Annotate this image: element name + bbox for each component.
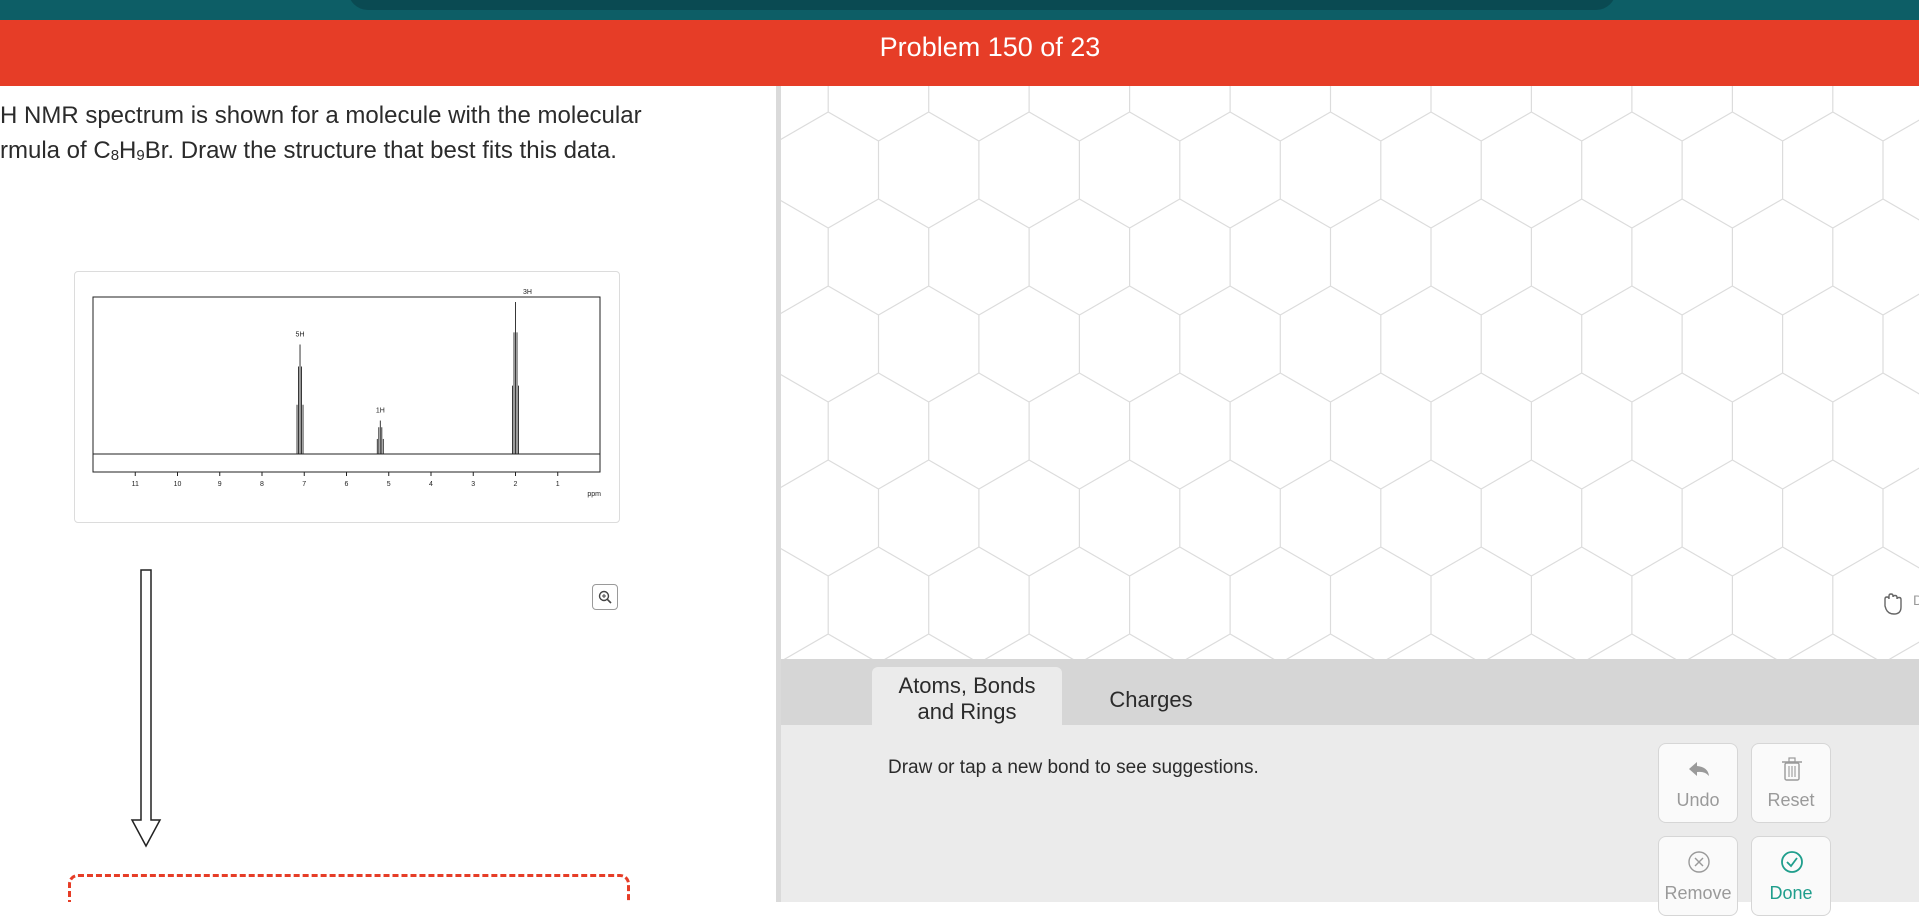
- top-nav-bar: [0, 0, 1919, 20]
- problem-title: Problem 150 of 23: [879, 32, 1101, 62]
- formula-subscript-h: 9: [136, 147, 145, 164]
- x-tick-label: 6: [345, 481, 349, 488]
- tab-charges[interactable]: Charges: [1086, 667, 1216, 725]
- zoom-spectrum-button[interactable]: [592, 584, 618, 610]
- drawing-canvas[interactable]: [781, 86, 1919, 659]
- reset-button[interactable]: Reset: [1751, 743, 1831, 823]
- x-tick-label: 3: [471, 481, 475, 488]
- tool-tabs-bar: Atoms, Bonds and Rings Charges: [781, 659, 1919, 725]
- nmr-spectrum-chart: 11 10 9 8 7 6 5 4 3 2 1 ppm 5H 1H 3H: [92, 289, 601, 498]
- question-line-2-prefix: rmula of C: [0, 137, 111, 164]
- question-line-2: rmula of C8H9Br. Draw the structure that…: [0, 133, 760, 173]
- formula-h: H: [119, 137, 137, 164]
- peak-integration-label: 1H: [376, 408, 385, 415]
- hex-grid: [781, 86, 1919, 659]
- trash-icon: [1782, 757, 1802, 781]
- answer-drop-zone[interactable]: [68, 874, 630, 902]
- x-tick-label: 2: [514, 481, 518, 488]
- question-line-2-suffix: Br. Draw the structure that best fits th…: [144, 137, 617, 164]
- spectrum-frame: [92, 296, 601, 473]
- formula-subscript-c: 8: [110, 147, 120, 164]
- hand-pan-icon[interactable]: [1878, 590, 1906, 618]
- done-label: Done: [1769, 883, 1813, 903]
- reset-label: Reset: [1767, 790, 1815, 810]
- tab-atoms-label-line-1: Atoms, Bonds: [898, 673, 1036, 698]
- down-arrow-icon: [130, 569, 162, 848]
- done-button[interactable]: Done: [1751, 836, 1831, 916]
- peak-integration-label: 3H: [523, 289, 532, 296]
- hand-tool-label: D: [1913, 592, 1919, 608]
- x-axis-ticks: 11 10 9 8 7 6 5 4 3 2 1 ppm: [132, 472, 601, 498]
- x-tick-label: 10: [174, 481, 182, 488]
- problem-header: Problem 150 of 23: [0, 20, 1919, 86]
- x-tick-label: 1: [556, 481, 560, 488]
- remove-button[interactable]: Remove: [1658, 836, 1738, 916]
- undo-label: Undo: [1676, 790, 1720, 810]
- x-axis-unit: ppm: [587, 491, 601, 498]
- x-tick-label: 8: [260, 481, 264, 488]
- x-tick-label: 5: [387, 481, 391, 488]
- remove-icon: [1688, 851, 1710, 873]
- spectrum-peaks: [296, 302, 519, 454]
- tool-panel: Draw or tap a new bond to see suggestion…: [781, 725, 1919, 916]
- peak-integration-label: 5H: [296, 332, 305, 339]
- suggestion-hint: Draw or tap a new bond to see suggestion…: [888, 757, 1259, 778]
- remove-label: Remove: [1664, 883, 1732, 903]
- check-circle-icon: [1781, 851, 1803, 873]
- question-pane: H NMR spectrum is shown for a molecule w…: [0, 86, 776, 902]
- undo-button[interactable]: Undo: [1658, 743, 1738, 823]
- question-text: H NMR spectrum is shown for a molecule w…: [0, 98, 760, 173]
- tab-atoms-label-line-2: and Rings: [917, 699, 1017, 724]
- x-tick-label: 9: [218, 481, 222, 488]
- nmr-spectrum-card: 11 10 9 8 7 6 5 4 3 2 1 ppm 5H 1H 3H: [74, 271, 620, 523]
- question-line-1: H NMR spectrum is shown for a molecule w…: [0, 102, 642, 129]
- x-tick-label: 4: [429, 481, 433, 488]
- hex-grid-lines: [781, 86, 1919, 659]
- x-tick-label: 7: [302, 481, 306, 488]
- undo-icon: [1689, 762, 1709, 776]
- peak-labels: 5H 1H 3H: [296, 289, 532, 415]
- magnify-icon: [598, 590, 612, 604]
- top-nav-pill: [348, 0, 1616, 10]
- x-tick-label: 11: [132, 481, 139, 488]
- tab-atoms-bonds-rings[interactable]: Atoms, Bonds and Rings: [872, 667, 1062, 725]
